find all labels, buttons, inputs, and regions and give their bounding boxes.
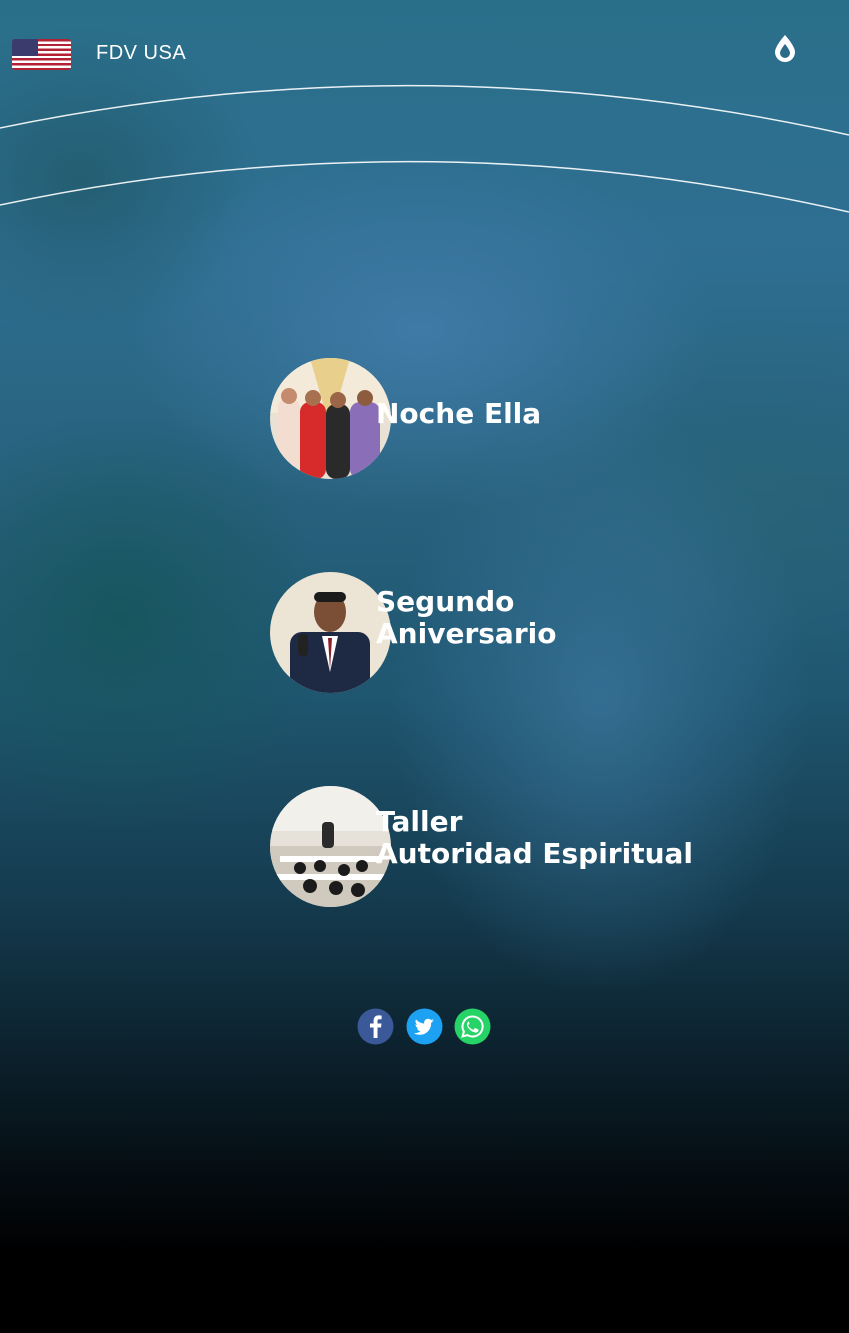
event-title-line: Noche Ella [376,397,542,430]
event-title-line: Autoridad Espiritual [376,837,694,870]
social-share-bar [357,1008,497,1046]
facebook-icon[interactable] [357,1008,394,1045]
event-title-line: Taller [376,805,463,838]
event-thumbnail-segundo-aniversario [270,572,391,693]
event-segundo-aniversario-link[interactable]: Segundo Aniversario [270,572,730,694]
event-title: Taller Autoridad Espiritual [376,806,693,870]
event-title: Segundo Aniversario [376,586,556,650]
event-noche-ella-link[interactable]: Noche Ella [270,358,730,480]
event-thumbnail-noche-ella [270,358,391,479]
twitter-icon[interactable] [406,1008,443,1045]
decorative-arcs [0,84,849,213]
event-title-line: Segundo [376,585,515,618]
event-thumbnail-taller [270,786,391,907]
event-taller-autoridad-espiritual-link[interactable]: Taller Autoridad Espiritual [270,786,730,908]
event-title: Noche Ella [376,398,541,430]
event-title-line: Aniversario [376,617,557,650]
flag-canton [12,39,38,56]
whatsapp-icon[interactable] [454,1008,491,1045]
